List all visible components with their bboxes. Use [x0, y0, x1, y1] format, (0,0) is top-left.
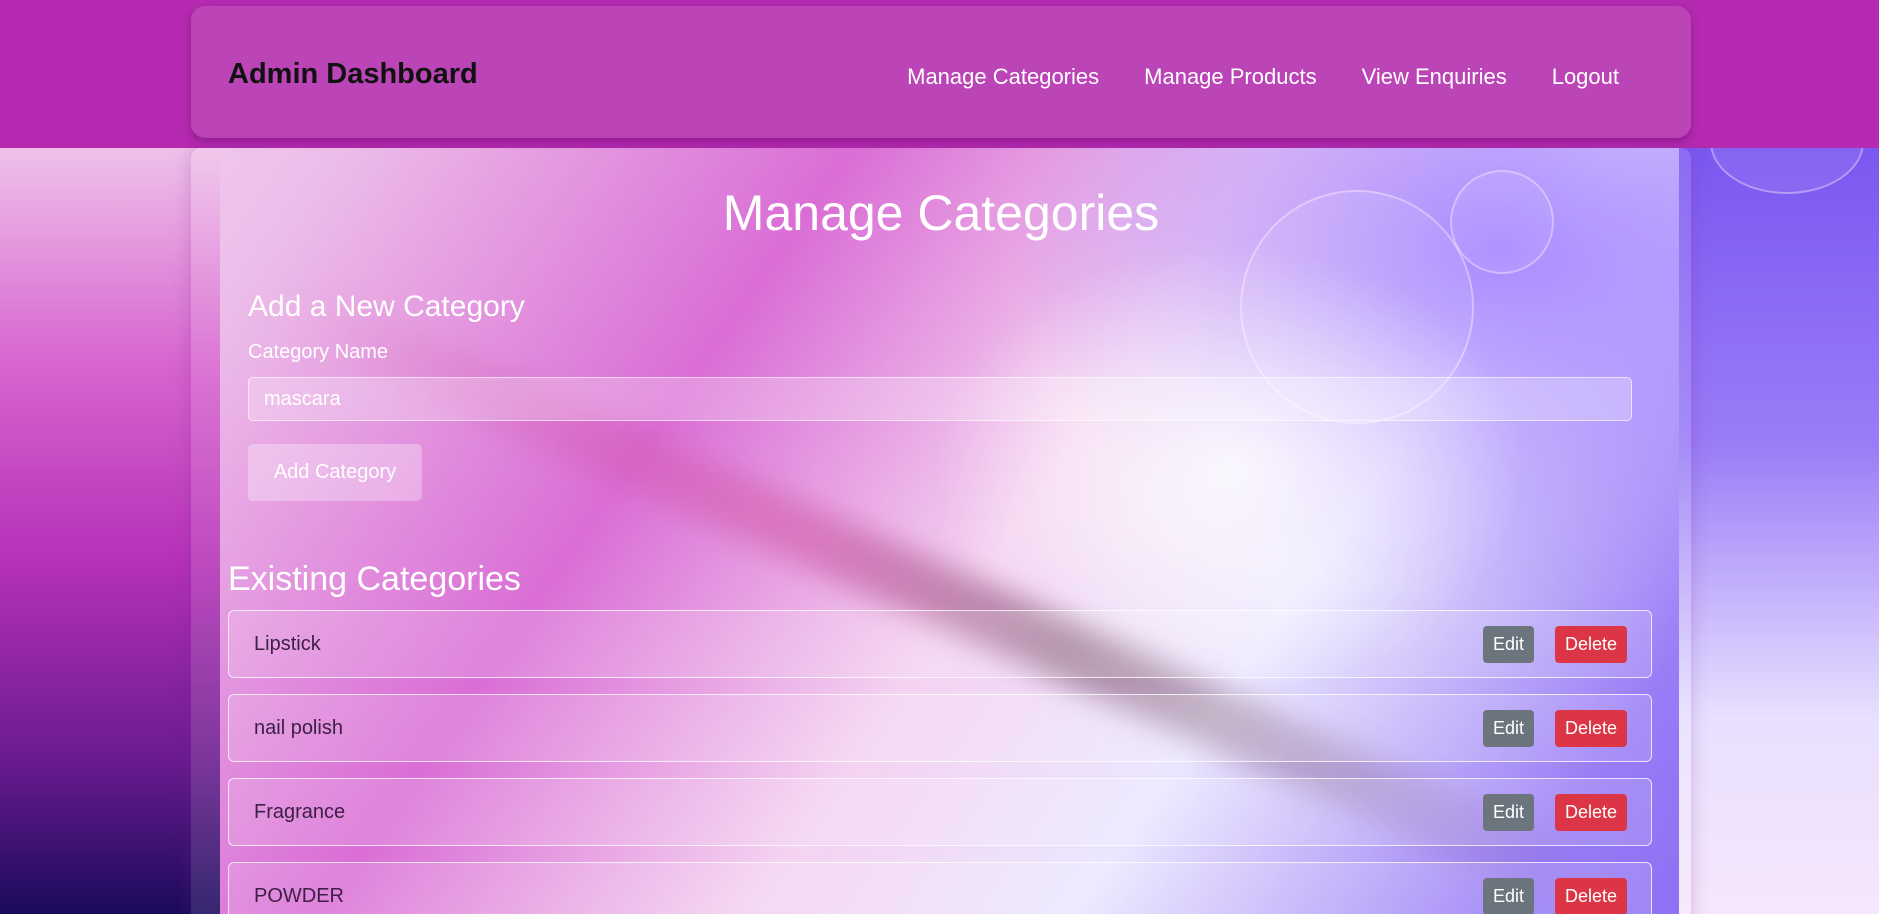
edit-button[interactable]: Edit	[1483, 878, 1534, 914]
delete-button[interactable]: Delete	[1555, 794, 1627, 831]
category-name: Fragrance	[254, 801, 346, 823]
delete-button[interactable]: Delete	[1555, 626, 1627, 663]
edit-button[interactable]: Edit	[1483, 626, 1534, 663]
category-name-label: Category Name	[248, 341, 389, 363]
edit-button[interactable]: Edit	[1483, 794, 1534, 831]
delete-button[interactable]: Delete	[1555, 878, 1627, 914]
category-list: Lipstick Edit Delete nail polish Edit De…	[228, 610, 1652, 914]
main-panel: Manage Categories Add a New Category Cat…	[191, 148, 1691, 914]
existing-categories-heading: Existing Categories	[228, 560, 521, 598]
add-category-heading: Add a New Category	[248, 290, 525, 323]
background-right-panel	[1679, 130, 1879, 914]
category-row: nail polish Edit Delete	[228, 694, 1652, 762]
category-name: POWDER	[254, 885, 344, 907]
nav-links: Manage Categories Manage Products View E…	[907, 64, 1619, 90]
edit-button[interactable]: Edit	[1483, 710, 1534, 747]
nav-link-manage-categories[interactable]: Manage Categories	[907, 64, 1099, 90]
nav-link-view-enquiries[interactable]: View Enquiries	[1362, 64, 1507, 90]
navbar: Admin Dashboard Manage Categories Manage…	[191, 6, 1691, 138]
category-row: Lipstick Edit Delete	[228, 610, 1652, 678]
category-name-input[interactable]	[248, 377, 1632, 421]
add-category-button[interactable]: Add Category	[248, 444, 422, 501]
category-row: POWDER Edit Delete	[228, 862, 1652, 914]
nav-link-manage-products[interactable]: Manage Products	[1144, 64, 1316, 90]
brand-title: Admin Dashboard	[228, 58, 478, 90]
category-row: Fragrance Edit Delete	[228, 778, 1652, 846]
background-left-panel	[0, 130, 220, 914]
category-name: Lipstick	[254, 633, 321, 655]
page-title: Manage Categories	[722, 185, 1160, 241]
delete-button[interactable]: Delete	[1555, 710, 1627, 747]
category-name: nail polish	[254, 717, 343, 739]
nav-link-logout[interactable]: Logout	[1552, 64, 1619, 90]
